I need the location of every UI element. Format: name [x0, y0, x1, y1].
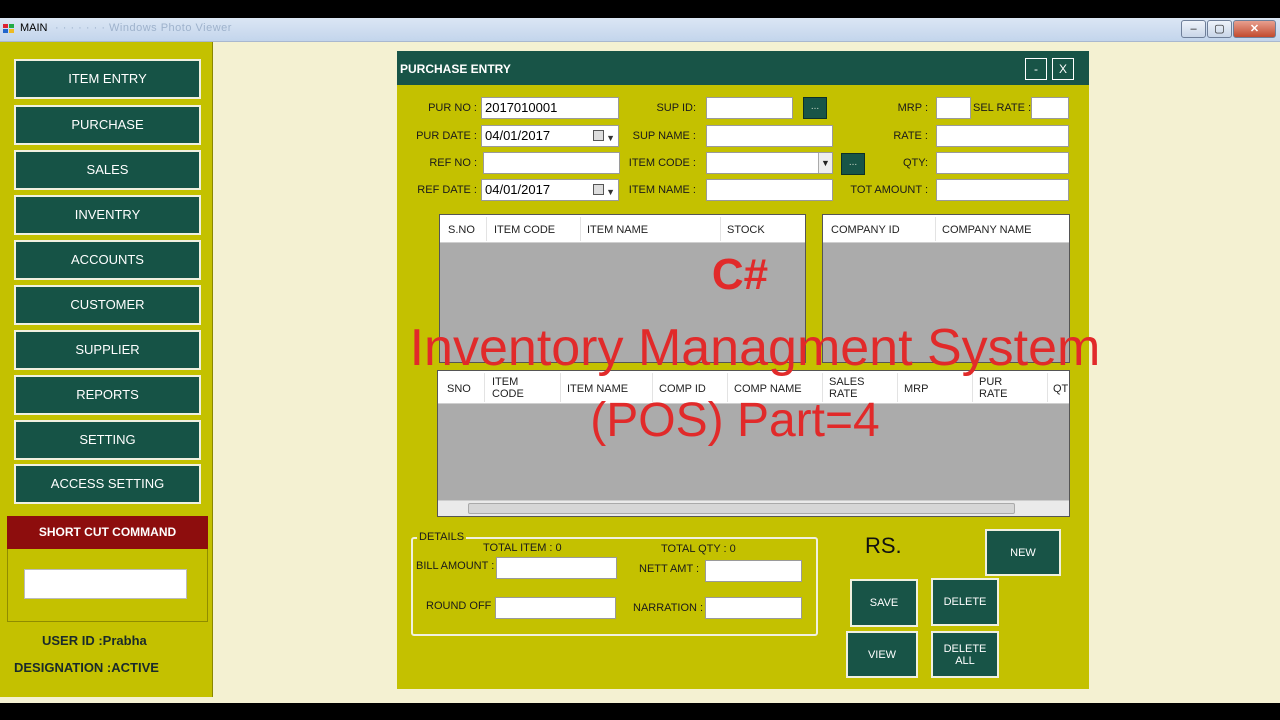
ref-date-label: REF DATE :: [417, 184, 477, 196]
sidebar-item-accounts[interactable]: ACCOUNTS: [14, 240, 201, 280]
qty-input[interactable]: [936, 152, 1069, 174]
col-item-code[interactable]: ITEM CODE: [494, 224, 555, 236]
item-code-label: ITEM CODE :: [628, 157, 696, 169]
ref-date-picker[interactable]: 04/01/2017 ▼: [481, 179, 619, 201]
mrp-label: MRP :: [897, 102, 928, 114]
minimize-window-button[interactable]: –: [1181, 20, 1206, 38]
company-grid-header: COMPANY ID COMPANY NAME: [823, 215, 1069, 243]
bill-amount-label: BILL AMOUNT :: [416, 560, 495, 572]
col-divider: [720, 217, 721, 241]
sidebar-item-sales[interactable]: SALES: [14, 150, 201, 190]
sidebar-item-supplier[interactable]: SUPPLIER: [14, 330, 201, 370]
horizontal-scrollbar[interactable]: [438, 500, 1069, 516]
delete-all-button[interactable]: DELETE ALL: [931, 631, 999, 678]
sel-rate-input[interactable]: [1031, 97, 1069, 119]
maximize-window-button[interactable]: ▢: [1207, 20, 1232, 38]
col-pur-rate[interactable]: PUR RATE: [979, 376, 1008, 400]
sidebar-item-setting[interactable]: SETTING: [14, 420, 201, 460]
item-grid-header: S.NO ITEM CODE ITEM NAME STOCK: [440, 215, 805, 243]
sup-name-input[interactable]: [706, 125, 833, 147]
item-code-combo[interactable]: ▼: [706, 152, 833, 174]
scrollbar-thumb[interactable]: [468, 503, 1015, 514]
calendar-icon: [593, 130, 604, 141]
col-divider: [580, 217, 581, 241]
overlay-line-1: C#: [711, 250, 769, 299]
app-icon: [3, 24, 14, 33]
col-sno[interactable]: SNO: [447, 383, 471, 395]
ref-no-input[interactable]: [483, 152, 620, 174]
bill-amount-input[interactable]: [496, 557, 617, 579]
sup-id-input[interactable]: [706, 97, 793, 119]
col-divider: [486, 217, 487, 241]
overlay-line-2: Inventory Managment System: [409, 319, 1101, 377]
ref-date-value: 04/01/2017: [485, 182, 551, 197]
pur-date-picker[interactable]: 04/01/2017 ▼: [481, 125, 619, 147]
chevron-down-icon[interactable]: ▼: [818, 153, 832, 173]
delete-button[interactable]: DELETE: [931, 578, 999, 626]
narration-label: NARRATION :: [633, 602, 704, 614]
nett-amt-label: NETT AMT :: [639, 563, 700, 575]
rs-total-label: RS.: [865, 533, 902, 558]
shortcut-title: SHORT CUT COMMAND: [7, 516, 208, 549]
save-button[interactable]: SAVE: [850, 579, 918, 627]
round-off-input[interactable]: [495, 597, 616, 619]
bottom-black-bar: [0, 703, 1280, 720]
designation-label: DESIGNATION :ACTIVE: [14, 660, 159, 675]
tot-amount-label: TOT AMOUNT :: [850, 184, 928, 196]
col-divider: [935, 217, 936, 241]
col-company-name[interactable]: COMPANY NAME: [942, 224, 1031, 236]
rate-input[interactable]: [936, 125, 1069, 147]
pur-no-label: PUR NO :: [428, 102, 477, 114]
sidebar-item-inventry[interactable]: INVENTRY: [14, 195, 201, 235]
sidebar-item-reports[interactable]: REPORTS: [14, 375, 201, 415]
details-legend: DETAILS: [417, 531, 467, 543]
item-name-label: ITEM NAME :: [628, 184, 696, 196]
overlay-line-3: (POS) Part=4: [590, 394, 880, 447]
col-stock[interactable]: STOCK: [727, 224, 765, 236]
calendar-icon: [593, 184, 604, 195]
form-title: PURCHASE ENTRY: [400, 62, 511, 76]
item-name-input[interactable]: [706, 179, 833, 201]
col-qty[interactable]: QT: [1053, 383, 1068, 395]
sidebar-item-purchase[interactable]: PURCHASE: [14, 105, 201, 145]
form-close-button[interactable]: X: [1052, 58, 1074, 80]
form-minimize-button[interactable]: -: [1025, 58, 1047, 80]
ref-no-label: REF NO :: [429, 157, 477, 169]
details-group: [411, 537, 818, 636]
pur-no-input[interactable]: 2017010001: [481, 97, 619, 119]
sup-browse-button[interactable]: ...: [803, 97, 827, 119]
window-subtitle: · · · · · · · Windows Photo Viewer: [55, 22, 232, 34]
sidebar-item-access-setting[interactable]: ACCESS SETTING: [14, 464, 201, 504]
view-button[interactable]: VIEW: [846, 631, 918, 678]
sup-name-label: SUP NAME :: [632, 130, 696, 142]
chevron-down-icon: ▼: [606, 187, 615, 197]
sidebar-item-customer[interactable]: CUSTOMER: [14, 285, 201, 325]
window-title: MAIN: [20, 22, 48, 34]
pur-date-value: 04/01/2017: [485, 128, 551, 143]
nett-amt-input[interactable]: [705, 560, 802, 582]
top-black-bar: [0, 0, 1280, 18]
col-company-id[interactable]: COMPANY ID: [831, 224, 900, 236]
pur-date-label: PUR DATE :: [416, 130, 477, 142]
sel-rate-label: SEL RATE :: [973, 102, 1032, 114]
col-item-name[interactable]: ITEM NAME: [587, 224, 648, 236]
user-id-label: USER ID :Prabha: [42, 633, 147, 648]
total-qty-label: TOTAL QTY : 0: [661, 543, 736, 555]
col-sno[interactable]: S.NO: [448, 224, 475, 236]
window-titlebar: MAIN · · · · · · · Windows Photo Viewer: [0, 18, 1280, 42]
round-off-label: ROUND OFF :: [426, 600, 498, 612]
new-button[interactable]: NEW: [985, 529, 1061, 576]
sidebar-item-item-entry[interactable]: ITEM ENTRY: [14, 59, 201, 99]
close-window-button[interactable]: ✕: [1233, 20, 1276, 38]
chevron-down-icon: ▼: [606, 133, 615, 143]
total-item-label: TOTAL ITEM : 0: [483, 542, 562, 554]
mrp-input[interactable]: [936, 97, 971, 119]
sup-id-label: SUP ID:: [656, 102, 696, 114]
tot-amount-input[interactable]: [936, 179, 1069, 201]
narration-input[interactable]: [705, 597, 802, 619]
qty-label: QTY:: [902, 157, 928, 169]
shortcut-command-input[interactable]: [24, 569, 187, 599]
rate-label: RATE :: [893, 130, 928, 142]
col-item-code[interactable]: ITEM CODE: [492, 376, 524, 400]
